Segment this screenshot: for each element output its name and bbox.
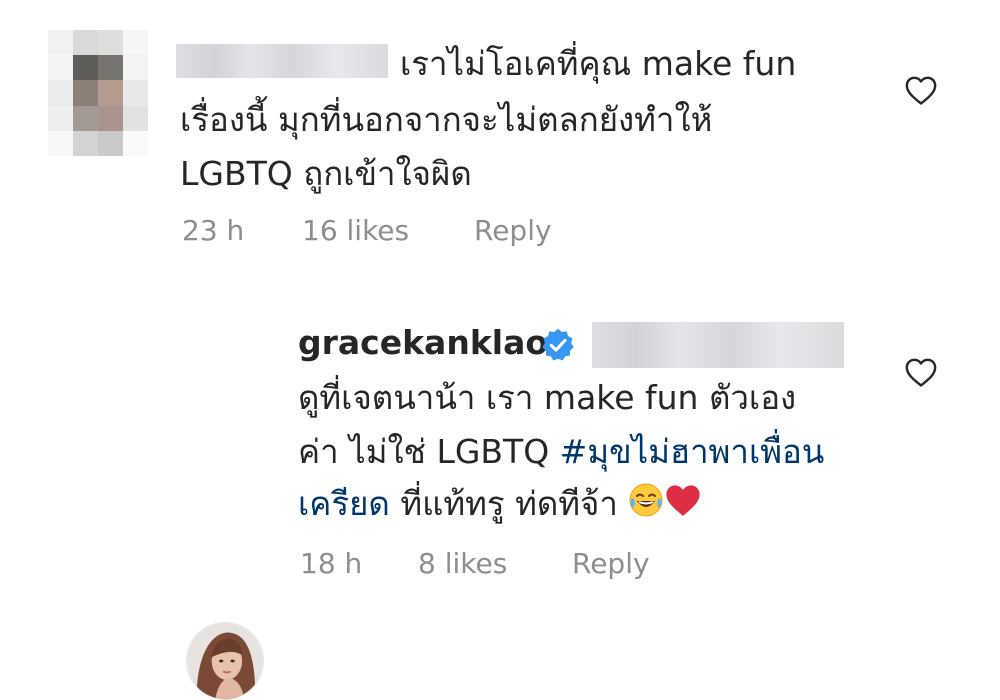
comment-item-2: gracekanklao ดูที่เจตนาน้า เรา make fun … (0, 300, 1000, 700)
verified-badge-icon (542, 328, 574, 361)
username-redacted (176, 44, 388, 78)
comment-text-line: ดูที่เจตนาน้า เรา make fun ตัวเอง (298, 378, 797, 417)
comment-text-line: เครียด ที่แท้ทรู ท่ดทีจ้า (298, 482, 702, 529)
likes-count-link[interactable]: 8 likes (418, 546, 507, 582)
mention-redacted (592, 322, 844, 368)
comment-timestamp: 18 h (300, 547, 363, 580)
avatar[interactable] (48, 30, 148, 156)
red-heart-emoji (664, 482, 702, 529)
comment-text-line: เรื่องนี้ มุกที่นอกจากจะไม่ตลกยังทำให้ (180, 100, 713, 139)
likes-count-link[interactable]: 16 likes (302, 213, 409, 249)
profile-photo (187, 623, 263, 699)
comment-item-1: เราไม่โอเคที่คุณ make fun เรื่องนี้ มุกท… (0, 0, 1000, 270)
comment-text: ที่แท้ทรู ท่ดทีจ้า (389, 484, 629, 523)
heart-outline-icon[interactable] (904, 356, 938, 388)
comment-text-line: LGBTQ ถูกเข้าใจผิด (180, 154, 472, 193)
reply-button[interactable]: Reply (474, 213, 552, 249)
comment-text-line: ค่า ไม่ใช่ LGBTQ #มุขไม่ฮาพาเพื่อน (298, 430, 824, 474)
comment-text-line: เราไม่โอเคที่คุณ make fun (400, 44, 797, 83)
hashtag-link[interactable]: เครียด (298, 484, 390, 523)
reply-button[interactable]: Reply (572, 546, 650, 582)
comment-text: ค่า ไม่ใช่ LGBTQ (298, 432, 560, 471)
laughing-tears-emoji (628, 482, 664, 529)
username-link[interactable]: gracekanklao (298, 320, 548, 366)
hashtag-link[interactable]: #มุขไม่ฮาพาเพื่อน (560, 432, 825, 471)
heart-outline-icon[interactable] (904, 74, 938, 106)
comment-timestamp: 23 h (182, 214, 245, 247)
avatar[interactable] (186, 622, 264, 700)
